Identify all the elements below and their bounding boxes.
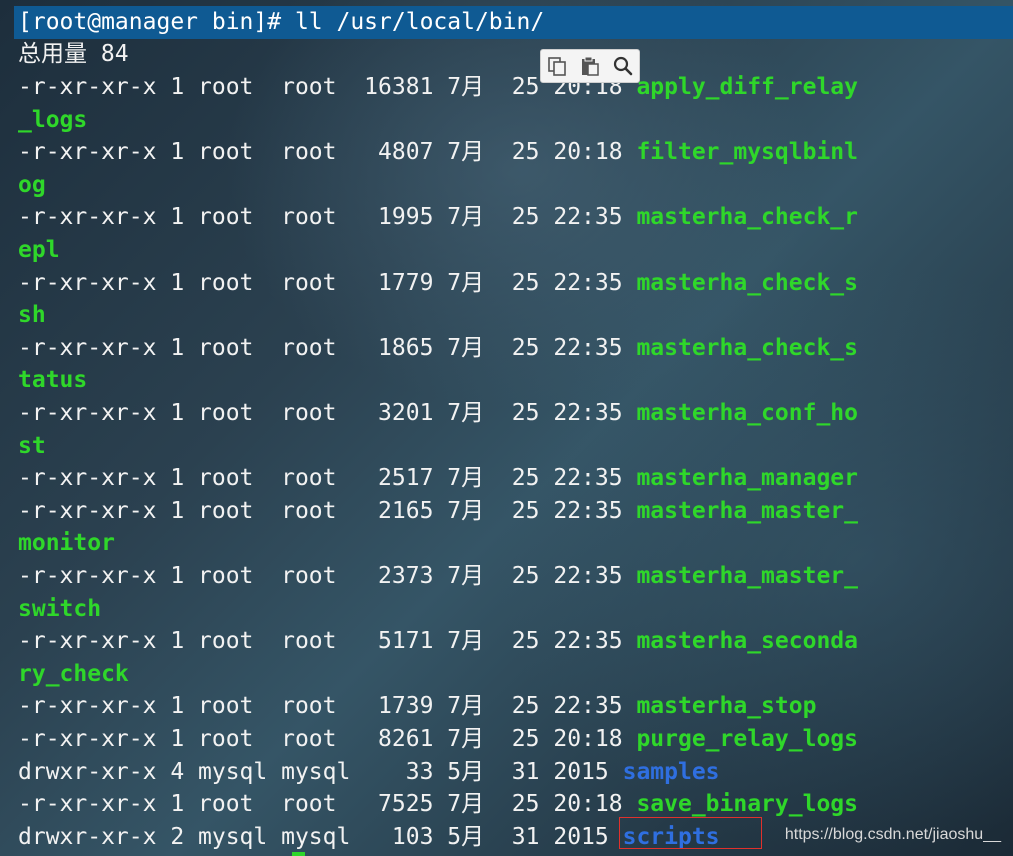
executable-name: masterha_seconda	[636, 628, 858, 654]
file-meta: drwxr-xr-x 2 mysql mysql 103 5月 31 2015	[18, 824, 623, 850]
paste-button[interactable]	[577, 53, 603, 79]
executable-name: masterha_stop	[636, 693, 817, 719]
executable-name: masterha_check_r	[636, 204, 858, 230]
listing-line: -r-xr-xr-x 1 root root 2165 7月 25 22:35 …	[18, 495, 858, 527]
executable-name: masterha_master_	[636, 498, 858, 524]
executable-name: epl	[18, 237, 60, 263]
watermark: https://blog.csdn.net/jiaoshu__	[784, 826, 1001, 843]
listing-line: drwxr-xr-x 4 mysql mysql 33 5月 31 2015 s…	[18, 756, 720, 788]
listing-line: -r-xr-xr-x 1 root root 8261 7月 25 20:18 …	[18, 723, 858, 755]
file-meta: -r-xr-xr-x 1 root root 2373 7月 25 22:35	[18, 563, 637, 589]
listing-line: -r-xr-xr-x 1 root root 2517 7月 25 22:35 …	[18, 462, 858, 494]
executable-name: switch	[18, 596, 102, 622]
executable-name: masterha_manager	[636, 465, 858, 491]
total-size-line: 总用量 84	[18, 41, 129, 67]
executable-name: purge_relay_logs	[636, 726, 858, 752]
listing-line: -r-xr-xr-x 1 root root 4807 7月 25 20:18 …	[18, 136, 858, 168]
search-button[interactable]	[610, 53, 636, 79]
executable-name: ry_check	[18, 661, 129, 687]
listing-line: tatus	[18, 364, 87, 396]
executable-name: tatus	[18, 367, 88, 393]
command-prompt: [root@manager bin]# ll /usr/local/bin/	[18, 9, 545, 35]
executable-name: st	[18, 433, 46, 459]
directory-name: samples	[622, 759, 720, 785]
copy-icon	[548, 57, 567, 76]
file-meta: -r-xr-xr-x 1 root root 2165 7月 25 22:35	[18, 498, 637, 524]
listing-line: -r-xr-xr-x 1 root root 16381 7月 25 20:18…	[18, 71, 858, 103]
file-meta: -r-xr-xr-x 1 root root 7525 7月 25 20:18	[18, 791, 637, 817]
paste-icon	[581, 56, 599, 76]
listing-line: -r-xr-xr-x 1 root root 1779 7月 25 22:35 …	[18, 267, 858, 299]
listing-line: -r-xr-xr-x 1 root root 1739 7月 25 22:35 …	[18, 690, 816, 722]
scripts-highlight-box	[619, 817, 762, 849]
listing-line: -r-xr-xr-x 1 root root 3201 7月 25 22:35 …	[18, 397, 858, 429]
executable-name: masterha_conf_ho	[636, 400, 858, 426]
executable-name: apply_diff_relay	[636, 74, 858, 100]
selection-toolbar	[540, 49, 640, 83]
listing-line: -r-xr-xr-x 1 root root 1995 7月 25 22:35 …	[18, 201, 858, 233]
file-meta: -r-xr-xr-x 1 root root 2517 7月 25 22:35	[18, 465, 637, 491]
executable-name: masterha_master_	[636, 563, 858, 589]
executable-name: monitor	[18, 530, 115, 556]
listing-line: drwxr-xr-x 2 mysql mysql 103 5月 31 2015 …	[18, 821, 720, 853]
listing-line: -r-xr-xr-x 1 root root 5171 7月 25 22:35 …	[18, 625, 858, 657]
file-meta: -r-xr-xr-x 1 root root 1739 7月 25 22:35	[18, 693, 637, 719]
copy-button[interactable]	[544, 53, 570, 79]
executable-name: masterha_check_s	[636, 335, 858, 361]
listing-line: -r-xr-xr-x 1 root root 1865 7月 25 22:35 …	[18, 332, 858, 364]
executable-name: sh	[18, 302, 46, 328]
listing-line: ry_check	[18, 658, 129, 690]
executable-name: og	[18, 172, 46, 198]
listing-line: st	[18, 430, 46, 462]
executable-name: filter_mysqlbinl	[636, 139, 858, 165]
listing-line: switch	[18, 593, 101, 625]
listing-line: epl	[18, 234, 60, 266]
listing-line: -r-xr-xr-x 1 root root 2373 7月 25 22:35 …	[18, 560, 858, 592]
executable-name: _logs	[18, 107, 88, 133]
file-meta: drwxr-xr-x 4 mysql mysql 33 5月 31 2015	[18, 759, 623, 785]
executable-name: masterha_check_s	[636, 270, 858, 296]
file-meta: -r-xr-xr-x 1 root root 1865 7月 25 22:35	[18, 335, 637, 361]
file-meta: -r-xr-xr-x 1 root root 4807 7月 25 20:18	[18, 139, 637, 165]
file-meta: -r-xr-xr-x 1 root root 8261 7月 25 20:18	[18, 726, 637, 752]
executable-name: save_binary_logs	[636, 791, 858, 817]
search-icon	[613, 56, 632, 76]
file-meta: -r-xr-xr-x 1 root root 1995 7月 25 22:35	[18, 204, 637, 230]
listing-line: -r-xr-xr-x 1 root root 7525 7月 25 20:18 …	[18, 788, 858, 820]
listing-line: monitor	[18, 527, 115, 559]
terminal-window[interactable]: [root@manager bin]# ll /usr/local/bin/ 总…	[0, 0, 1013, 856]
file-meta: -r-xr-xr-x 1 root root 1779 7月 25 22:35	[18, 270, 637, 296]
listing-line: sh	[18, 299, 46, 331]
terminal-cursor	[292, 852, 305, 856]
listing-line: _logs	[18, 104, 87, 136]
file-meta: -r-xr-xr-x 1 root root 5171 7月 25 22:35	[18, 628, 637, 654]
file-meta: -r-xr-xr-x 1 root root 3201 7月 25 22:35	[18, 400, 637, 426]
listing-line: og	[18, 169, 46, 201]
